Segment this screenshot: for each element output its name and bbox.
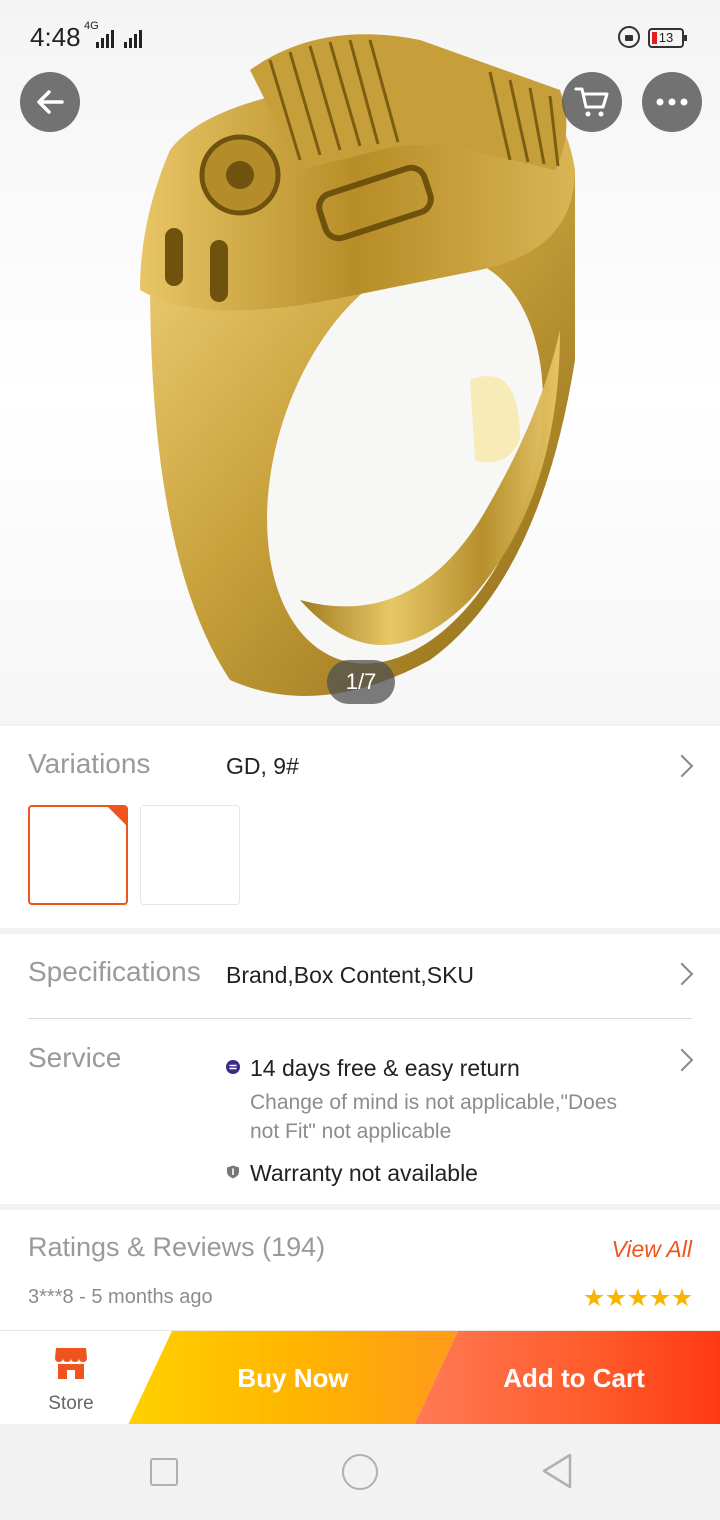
- variation-thumb-selected[interactable]: [28, 805, 128, 905]
- signal-icon-2: [124, 30, 142, 48]
- service-label: Service: [28, 1042, 122, 1073]
- arrow-left-icon: [37, 90, 64, 114]
- warranty-text: Warranty not available: [250, 1160, 478, 1186]
- buy-now-button[interactable]: Buy Now: [128, 1331, 458, 1425]
- specifications-label: Specifications: [28, 956, 201, 987]
- add-to-cart-label: Add to Cart: [503, 1363, 645, 1393]
- home-button[interactable]: [342, 1454, 378, 1490]
- warranty-item: Warranty not available: [226, 1159, 478, 1187]
- return-policy-note: Change of mind is not applicable,"Does n…: [250, 1091, 618, 1143]
- star-icon: [628, 1288, 648, 1307]
- product-image-gallery[interactable]: 4:48 4G 13 1/7: [0, 0, 720, 724]
- star-icon: [584, 1288, 604, 1307]
- image-counter: 1/7: [327, 660, 395, 704]
- ratings-section: Ratings & Reviews (194) View All 3***8 -…: [0, 1210, 720, 1330]
- more-options-button[interactable]: [642, 72, 702, 132]
- chevron-right-icon: [670, 1048, 694, 1072]
- shield-icon: [227, 1165, 239, 1179]
- signal-icon: [96, 30, 114, 48]
- variations-label: Variations: [28, 748, 151, 779]
- system-navigation-bar: [0, 1424, 720, 1520]
- back-button[interactable]: [20, 72, 80, 132]
- status-time: 4:48: [30, 22, 81, 52]
- star-icon: [672, 1288, 692, 1307]
- review-star-rating: [584, 1288, 692, 1308]
- more-dots-icon: [656, 98, 688, 106]
- star-icon: [606, 1288, 626, 1307]
- status-bar: 4:48 4G 13: [0, 0, 720, 76]
- recent-apps-button[interactable]: [150, 1458, 178, 1486]
- star-icon: [650, 1288, 670, 1307]
- variations-section[interactable]: Variations GD, 9#: [0, 726, 720, 928]
- chevron-right-icon: [670, 754, 694, 778]
- store-button[interactable]: Store: [0, 1331, 142, 1425]
- store-icon: [55, 1348, 87, 1379]
- action-bar: Store Buy Now Add to Cart: [0, 1330, 720, 1425]
- return-icon: [226, 1060, 240, 1074]
- view-all-link[interactable]: View All: [611, 1236, 692, 1263]
- cart-icon: [574, 87, 609, 117]
- divider: [28, 1018, 692, 1019]
- variation-thumb[interactable]: [140, 805, 240, 905]
- store-label: Store: [48, 1393, 94, 1414]
- return-policy-title: 14 days free & easy return: [250, 1055, 520, 1081]
- add-to-cart-button[interactable]: Add to Cart: [414, 1331, 720, 1425]
- buy-now-label: Buy Now: [237, 1363, 349, 1393]
- specifications-value: Brand,Box Content,SKU: [226, 962, 475, 988]
- cart-button[interactable]: [562, 72, 622, 132]
- system-back-button[interactable]: [540, 1452, 574, 1490]
- battery-level: 13: [658, 30, 674, 45]
- return-policy-item: 14 days free & easy return: [226, 1054, 520, 1082]
- rotation-lock-icon: [618, 26, 640, 48]
- ratings-title: Ratings & Reviews (194): [28, 1232, 326, 1262]
- variations-value: GD, 9#: [226, 753, 299, 779]
- review-meta: 3***8 - 5 months ago: [28, 1286, 213, 1308]
- specifications-service-section: Specifications Brand,Box Content,SKU Ser…: [0, 934, 720, 1204]
- chevron-right-icon: [670, 962, 694, 986]
- battery-icon: 13: [648, 28, 687, 48]
